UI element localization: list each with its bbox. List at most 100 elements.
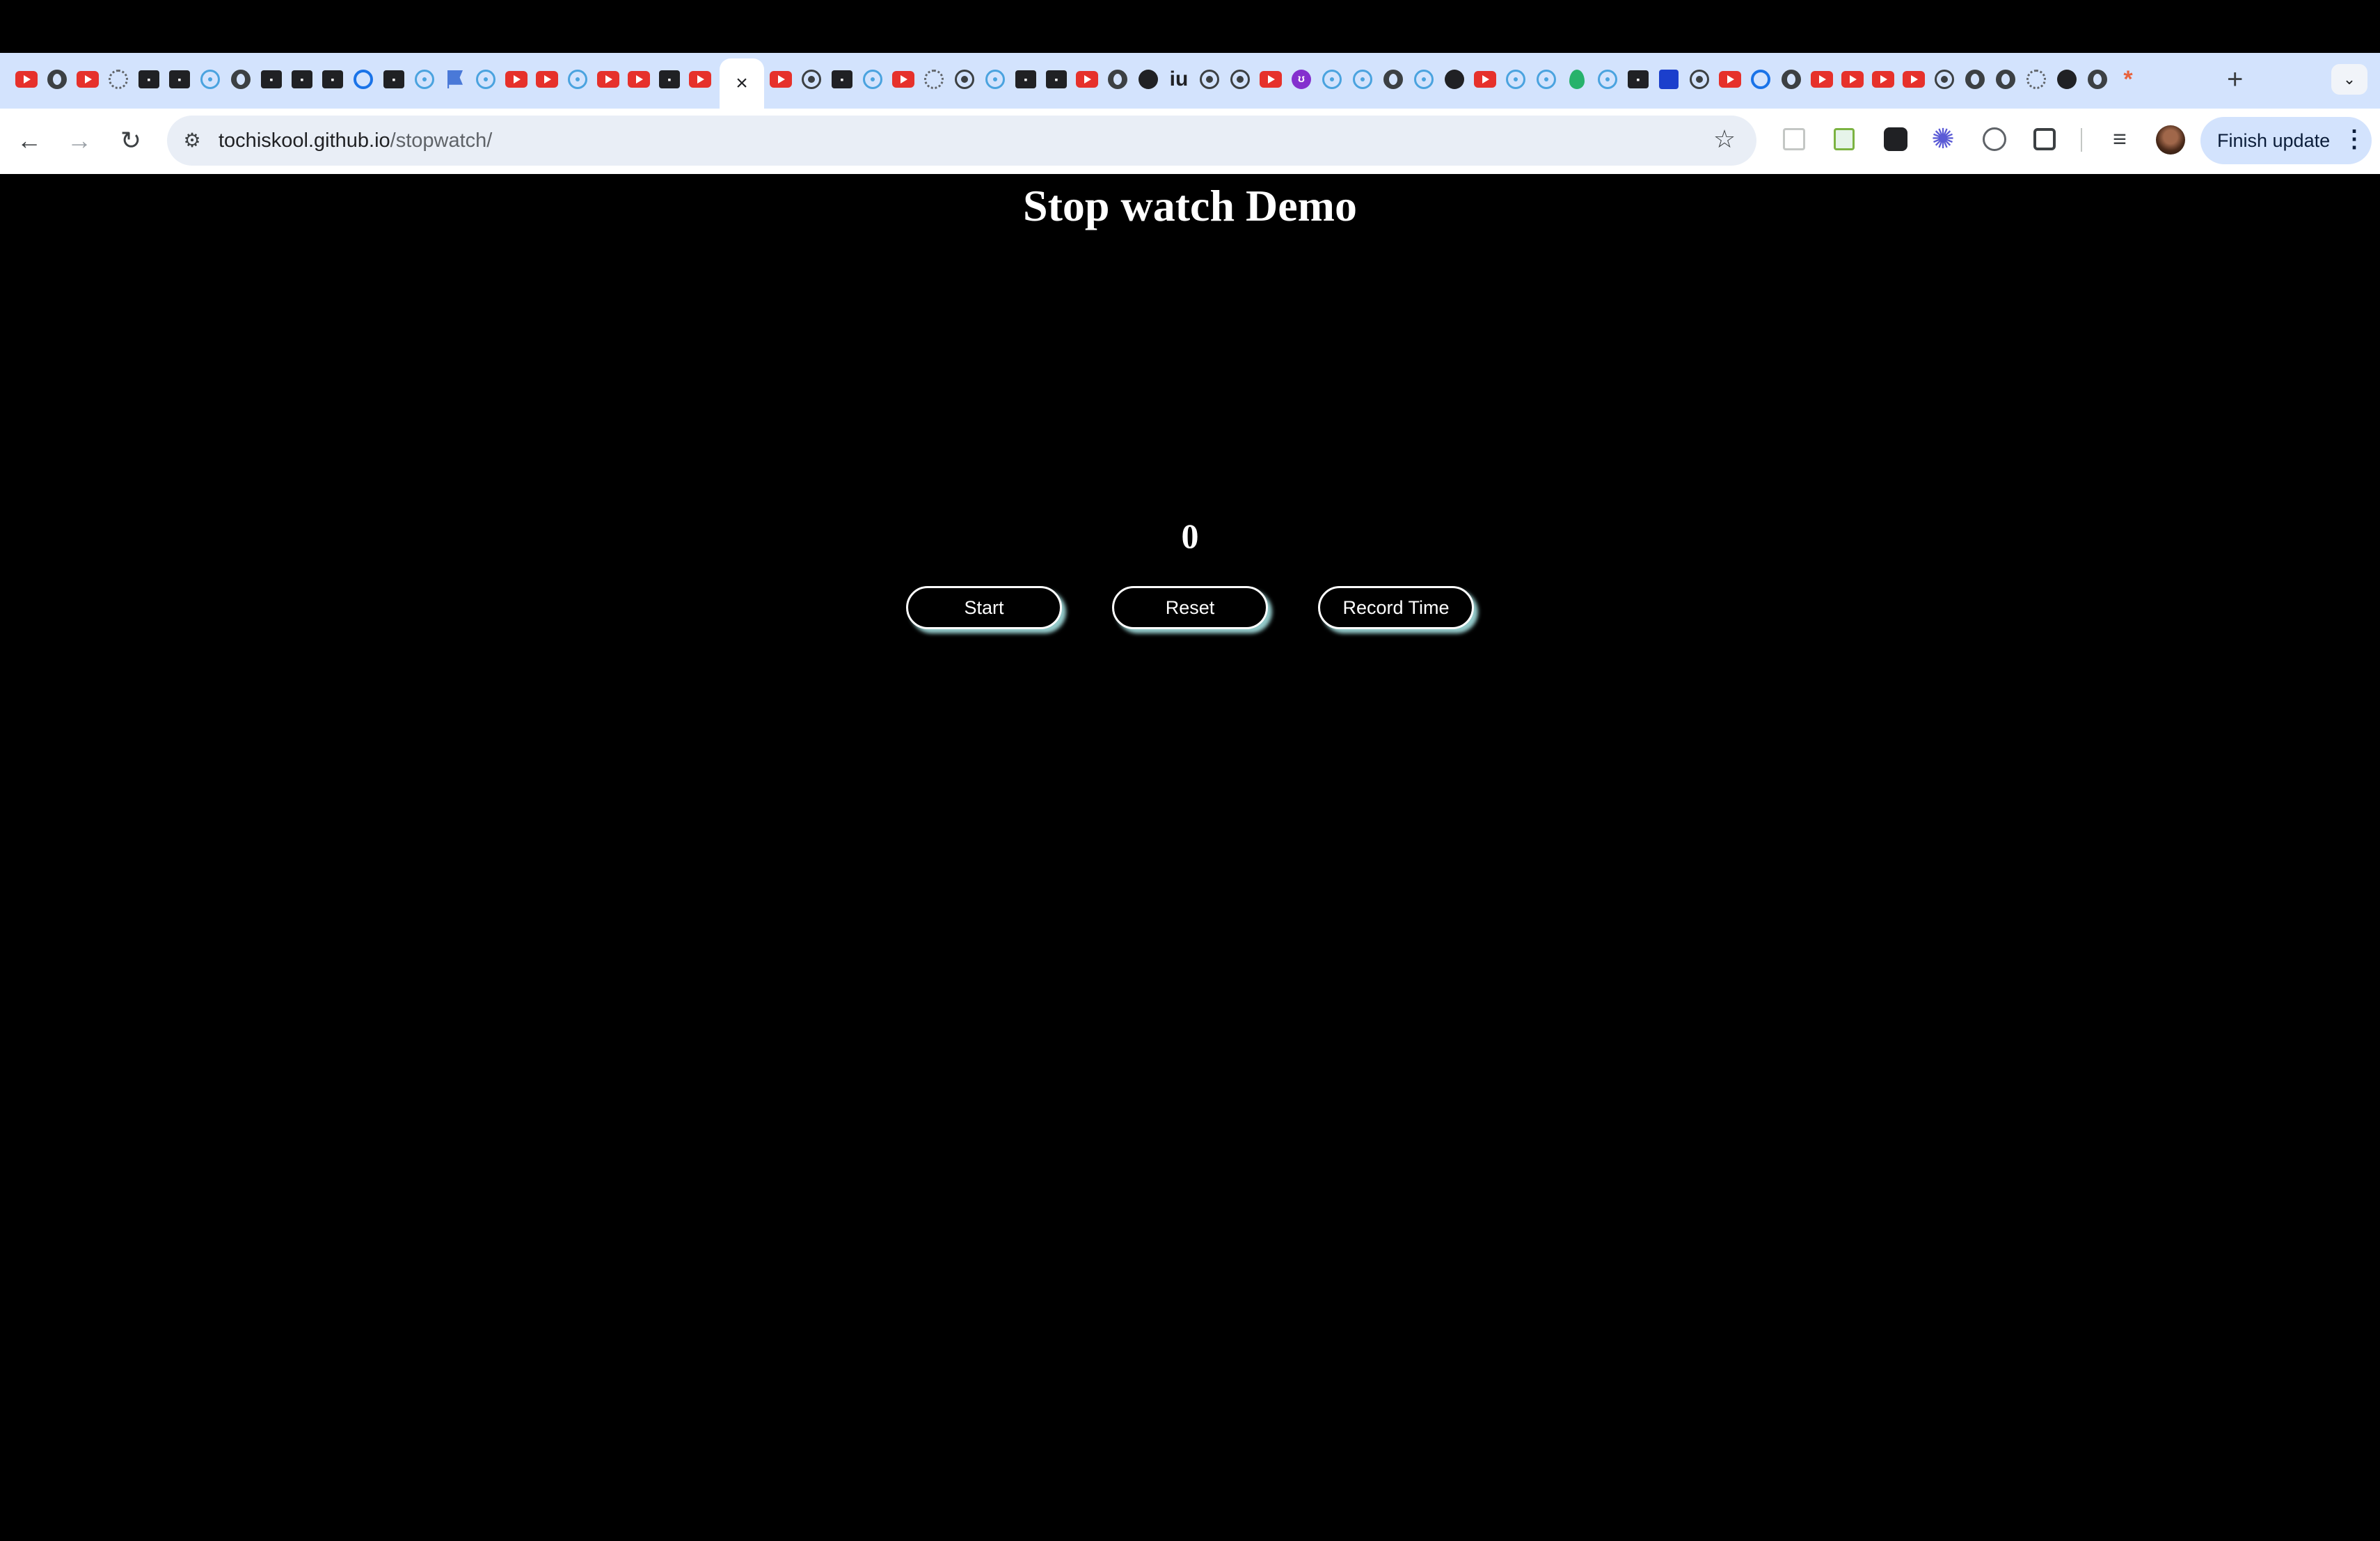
extension-bag-icon[interactable] (1882, 125, 1910, 153)
flag-tab-icon[interactable] (444, 68, 466, 90)
youtube-tab-icon[interactable] (1260, 68, 1282, 90)
extensions-puzzle-icon[interactable] (2031, 125, 2058, 153)
github-tab-icon[interactable] (1443, 68, 1466, 90)
youtube-tab-icon[interactable] (15, 68, 38, 90)
close-icon[interactable]: × (736, 72, 748, 95)
box-tab-icon[interactable]: ▪ (1627, 68, 1649, 90)
globe-tab-icon[interactable] (230, 68, 252, 90)
active-tab[interactable]: × (720, 58, 764, 109)
youtube-icon (1872, 71, 1894, 88)
youtube-tab-icon[interactable] (892, 68, 914, 90)
globe-tab-icon[interactable] (1382, 68, 1404, 90)
box-tab-icon[interactable]: ▪ (1045, 68, 1068, 90)
globe-icon (1782, 70, 1801, 89)
box-tab-icon[interactable]: ▪ (322, 68, 344, 90)
media-control-icon[interactable]: ≡ (2106, 125, 2134, 153)
blue-square-tab-icon[interactable] (1658, 68, 1680, 90)
blue-ring-icon (1751, 70, 1770, 89)
extension-grid-icon[interactable] (1780, 125, 1808, 153)
globe-tab-icon[interactable] (2086, 68, 2109, 90)
tab-search-button[interactable]: ⌄ (2331, 64, 2367, 95)
box-tab-icon[interactable]: ▪ (168, 68, 191, 90)
youtube-tab-icon[interactable] (1811, 68, 1833, 90)
iu-tab-icon[interactable]: iu (1168, 68, 1190, 90)
forward-button[interactable]: → (63, 124, 96, 157)
react-tab-icon[interactable] (1596, 68, 1619, 90)
globe-tab-icon[interactable] (46, 68, 68, 90)
target-tab-icon[interactable] (1933, 68, 1955, 90)
target-tab-icon[interactable] (1229, 68, 1251, 90)
globe-tab-icon[interactable] (1780, 68, 1802, 90)
purple-tab-icon[interactable]: ʊ (1290, 68, 1312, 90)
blue-ring-tab-icon[interactable] (352, 68, 374, 90)
react-tab-icon[interactable] (1413, 68, 1435, 90)
react-tab-icon[interactable] (1351, 68, 1374, 90)
reload-button[interactable]: ↻ (114, 124, 148, 157)
green-leaf-tab-icon[interactable] (1566, 68, 1588, 90)
target-tab-icon[interactable] (800, 68, 823, 90)
tab-list[interactable]: ▪ ▪ ▪ ▪ ▪ ▪ ▪ ▪ ▪ ▪ iu ʊ ▪ * (15, 68, 2187, 93)
box-tab-icon[interactable]: ▪ (383, 68, 405, 90)
globe-tab-icon[interactable] (1994, 68, 2017, 90)
react-tab-icon[interactable] (566, 68, 589, 90)
youtube-tab-icon[interactable] (1719, 68, 1741, 90)
box-icon: ▪ (138, 70, 159, 88)
blue-ring-tab-icon[interactable] (1750, 68, 1772, 90)
youtube-tab-icon[interactable] (1872, 68, 1894, 90)
dotted-ring-tab-icon[interactable] (107, 68, 129, 90)
globe-tab-icon[interactable] (1964, 68, 1986, 90)
target-tab-icon[interactable] (953, 68, 976, 90)
extension-sparkle-icon[interactable]: ✺ (1929, 125, 1957, 153)
ring-tab-icon[interactable] (923, 68, 945, 90)
youtube-tab-icon[interactable] (689, 68, 711, 90)
target-tab-icon[interactable] (1688, 68, 1711, 90)
react-tab-icon[interactable] (413, 68, 436, 90)
youtube-tab-icon[interactable] (536, 68, 558, 90)
react-tab-icon[interactable] (1505, 68, 1527, 90)
ring-tab-icon[interactable] (2025, 68, 2047, 90)
globe-tab-icon[interactable] (1106, 68, 1129, 90)
youtube-tab-icon[interactable] (1841, 68, 1864, 90)
record-time-button[interactable]: Record Time (1318, 586, 1474, 629)
youtube-tab-icon[interactable] (597, 68, 619, 90)
reset-button[interactable]: Reset (1112, 586, 1268, 629)
asterisk-tab-icon[interactable]: * (2117, 68, 2139, 91)
youtube-icon (770, 71, 792, 88)
youtube-tab-icon[interactable] (1076, 68, 1098, 90)
box-tab-icon[interactable]: ▪ (138, 68, 160, 90)
box-tab-icon[interactable]: ▪ (260, 68, 283, 90)
back-button[interactable]: ← (13, 124, 46, 157)
url-text[interactable]: tochiskool.github.io/stopwatch/ (219, 127, 492, 155)
react-tab-icon[interactable] (199, 68, 221, 90)
react-tab-icon[interactable] (1535, 68, 1557, 90)
target-tab-icon[interactable] (1198, 68, 1221, 90)
react-tab-icon[interactable] (862, 68, 884, 90)
box-tab-icon[interactable]: ▪ (658, 68, 681, 90)
site-settings-icon[interactable]: ⚙ (180, 128, 205, 153)
blue-square-icon (1659, 70, 1679, 89)
youtube-tab-icon[interactable] (505, 68, 527, 90)
new-tab-button[interactable]: + (2227, 65, 2243, 93)
react-tab-icon[interactable] (475, 68, 497, 90)
start-button[interactable]: Start (906, 586, 1062, 629)
finish-update-label[interactable]: Finish update (2217, 128, 2330, 153)
extension-circle-icon[interactable] (1981, 125, 2008, 153)
extension-sheets-icon[interactable] (1830, 125, 1858, 153)
youtube-tab-icon[interactable] (770, 68, 792, 90)
youtube-tab-icon[interactable] (1903, 68, 1925, 90)
youtube-tab-icon[interactable] (77, 68, 99, 90)
chevron-down-icon: ⌄ (2342, 70, 2356, 88)
box-tab-icon[interactable]: ▪ (1015, 68, 1037, 90)
react-tab-icon[interactable] (984, 68, 1006, 90)
youtube-tab-icon[interactable] (1474, 68, 1496, 90)
box-tab-icon[interactable]: ▪ (831, 68, 853, 90)
github-tab-icon[interactable] (2056, 68, 2078, 90)
bookmark-star-icon[interactable]: ☆ (1709, 124, 1740, 155)
profile-avatar[interactable] (2156, 125, 2185, 155)
menu-dots-icon[interactable]: ⋮ (2342, 125, 2366, 153)
react-tab-icon[interactable] (1321, 68, 1343, 90)
box-tab-icon[interactable]: ▪ (291, 68, 313, 90)
youtube-tab-icon[interactable] (628, 68, 650, 90)
green-leaf-icon (1569, 70, 1585, 89)
github-tab-icon[interactable] (1137, 68, 1159, 90)
